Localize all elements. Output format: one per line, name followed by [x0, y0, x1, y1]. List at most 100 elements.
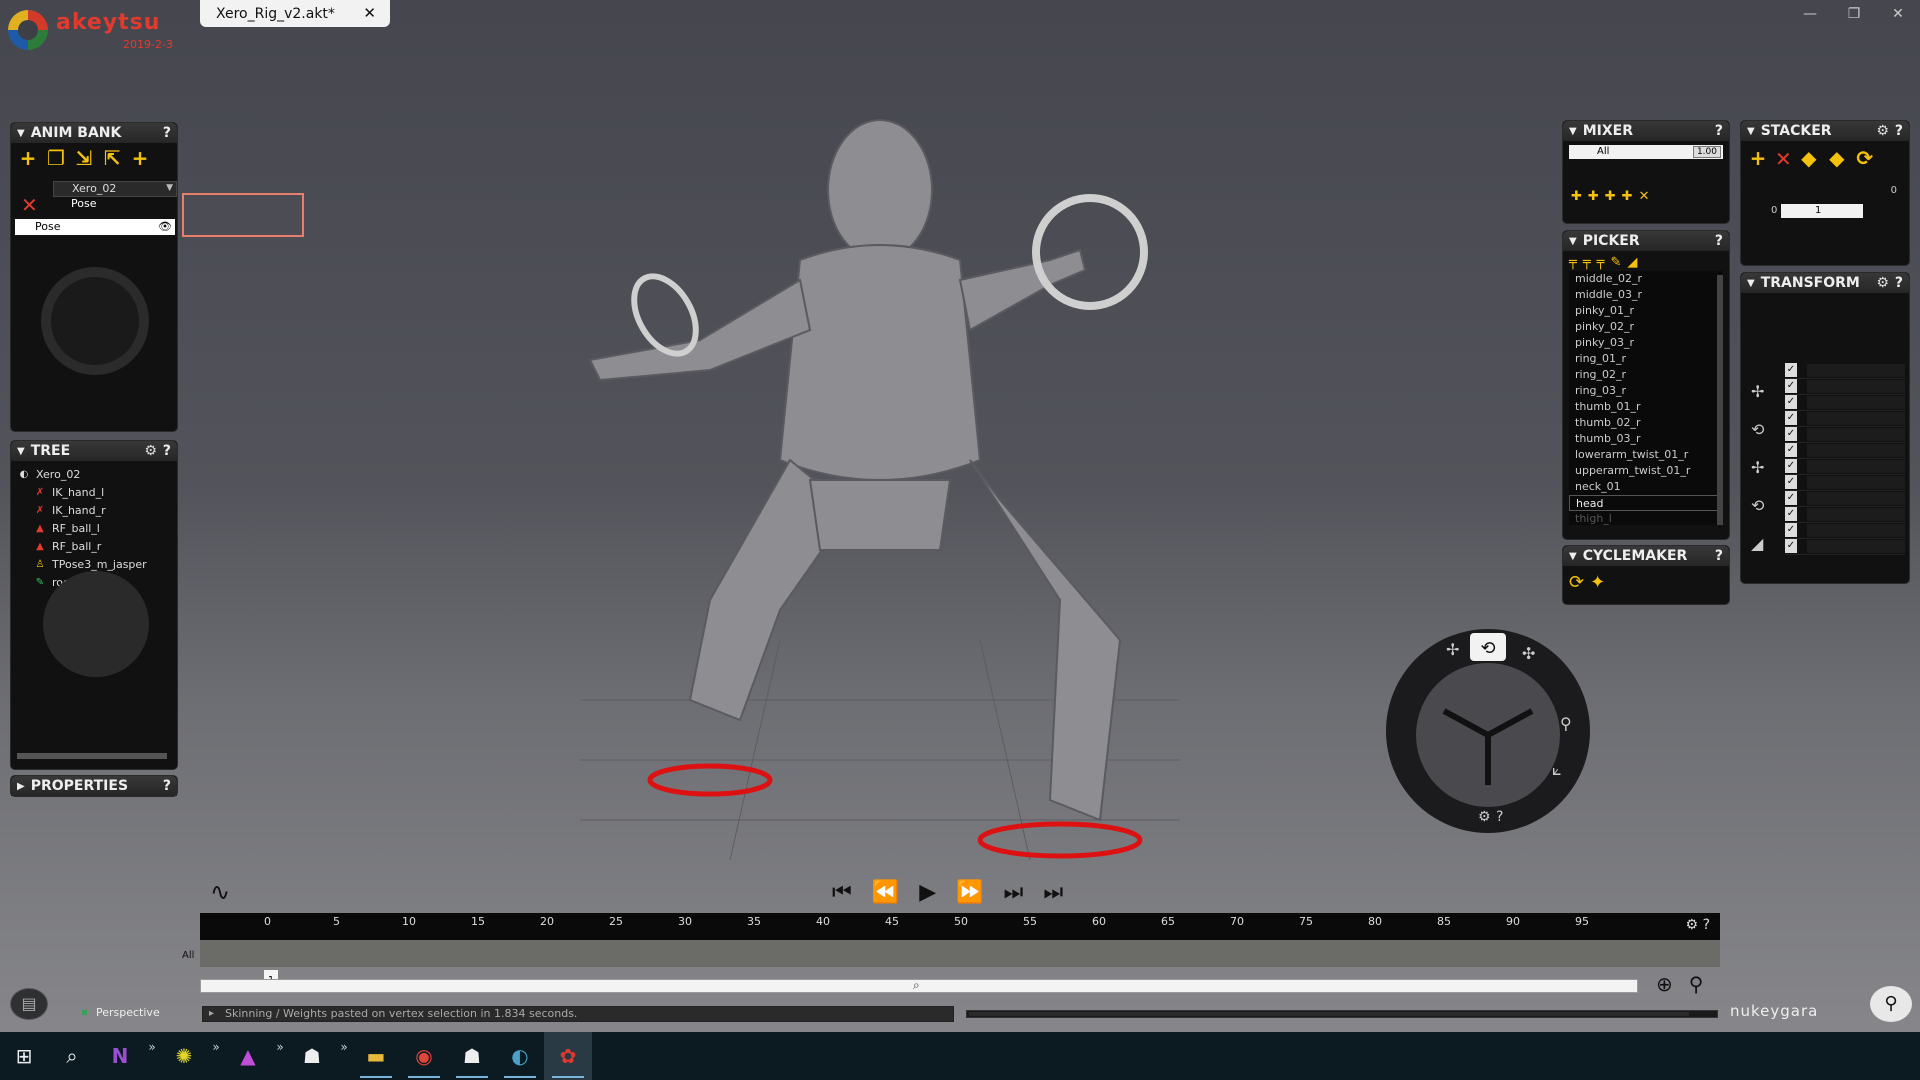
channel-checkbox[interactable] [1785, 539, 1905, 555]
timeline-gear-icon[interactable]: ⚙ [1686, 917, 1699, 933]
channel-checkbox[interactable] [1785, 379, 1905, 395]
scale-icon[interactable]: ✣ [1522, 644, 1535, 663]
anim-bank-header[interactable]: ▼ ANIM BANK ? [11, 123, 177, 143]
help-icon[interactable]: ? [163, 443, 171, 459]
go-to-start-button[interactable]: ⏮ [832, 880, 852, 905]
taskbar-group-chevron[interactable]: » [144, 1040, 160, 1054]
delete-layer-icon[interactable]: ✕ [1775, 147, 1792, 171]
channel-checkbox[interactable] [1785, 491, 1905, 507]
search-icon[interactable]: ⌕ [48, 1032, 96, 1080]
expand-triangle-icon[interactable]: ▶ [17, 781, 25, 792]
cyclemaker-toolbar-icon[interactable]: ⟳✦ [1563, 566, 1729, 599]
channel-checkbox[interactable] [1785, 411, 1905, 427]
tree-item[interactable]: ✗ IK_hand_l [17, 483, 171, 501]
channel-checkbox[interactable] [1785, 443, 1905, 459]
minimize-button[interactable]: — [1788, 0, 1832, 30]
pin-icon[interactable]: ⚲ [1560, 714, 1572, 733]
picker-item[interactable]: middle_03_r [1569, 287, 1723, 303]
tree-item[interactable]: ✗ IK_hand_r [17, 501, 171, 519]
camera-label[interactable]: Perspective [82, 1006, 160, 1019]
picker-toolbar-icon[interactable]: ╤╤╤✎◢ [1563, 251, 1729, 271]
curve-editor-icon[interactable]: ∿ [210, 878, 230, 906]
transform-axis-icons[interactable]: ✢ ⟲ ✢ ⟲ ◢ [1751, 373, 1764, 563]
akeytsu-taskbar-icon[interactable]: ✿ [544, 1032, 592, 1080]
restore-button[interactable]: ❐ [1832, 0, 1876, 30]
collapse-triangle-icon[interactable]: ▼ [1569, 551, 1577, 562]
translate-icon[interactable]: ✢ [1446, 640, 1459, 659]
picker-item[interactable]: thumb_03_r [1569, 431, 1723, 447]
picker-item[interactable]: upperarm_twist_01_r [1569, 463, 1723, 479]
anim-item[interactable]: Pose [53, 197, 177, 213]
help-icon[interactable]: ? [163, 778, 171, 794]
stacker-header[interactable]: ▼ STACKER ⚙ ? [1741, 121, 1909, 141]
picker-item[interactable]: thigh_l [1569, 511, 1723, 525]
app-blue-icon[interactable]: ◐ [496, 1032, 544, 1080]
right-hand-ik-controller[interactable] [1032, 194, 1148, 310]
file-explorer-icon[interactable]: ▬ [352, 1032, 400, 1080]
tree-scrollbar[interactable] [17, 753, 167, 759]
stacker-layer-field[interactable]: 1 [1781, 204, 1863, 218]
eye-icon[interactable]: 👁 [158, 219, 172, 235]
help-icon[interactable]: ? [1715, 233, 1723, 249]
copy-anim-icon[interactable]: ❐ [45, 147, 67, 169]
character-dropdown[interactable]: Xero_02 [53, 181, 177, 197]
taskbar-group-chevron[interactable]: » [336, 1040, 352, 1054]
collapse-triangle-icon[interactable]: ▼ [1747, 278, 1755, 289]
picker-item[interactable]: thumb_02_r [1569, 415, 1723, 431]
mixer-weight-field[interactable]: 1.00 [1692, 146, 1721, 158]
picker-item[interactable]: ring_01_r [1569, 351, 1723, 367]
transform-header[interactable]: ▼ TRANSFORM ⚙ ? [1741, 273, 1909, 293]
properties-header[interactable]: ▶ PROPERTIES ? [11, 776, 177, 796]
collapse-triangle-icon[interactable]: ▼ [17, 128, 25, 139]
layout-switch-button[interactable]: ▤ [10, 988, 48, 1020]
collapse-triangle-icon[interactable]: ▼ [1569, 236, 1577, 247]
chrome-icon[interactable]: ◉ [400, 1032, 448, 1080]
tree-item[interactable]: ◐ Xero_02 [17, 465, 171, 483]
channel-checkbox[interactable] [1785, 523, 1905, 539]
zoom-fit-icon[interactable]: ⊕ [1656, 972, 1673, 996]
timeline-range-scrollbar[interactable]: ⌕ [200, 978, 1638, 993]
layer-tool-icon[interactable]: ◆ [1798, 147, 1820, 169]
collapse-triangle-icon[interactable]: ▼ [17, 446, 25, 457]
channel-checkbox[interactable] [1785, 459, 1905, 475]
collapse-triangle-icon[interactable]: ▼ [1747, 126, 1755, 137]
timeline[interactable]: 0 5 10 15 20 25 30 35 40 45 50 55 60 65 … [200, 913, 1720, 992]
mixer-toolbar-icon[interactable]: ✚✚✚✚✕ [1571, 189, 1721, 204]
layer-tool-icon[interactable]: ◆ [1826, 147, 1848, 169]
next-key-button[interactable]: ⏩ [956, 880, 983, 905]
add-layer-icon[interactable]: + [1747, 147, 1769, 169]
tree-item[interactable]: ▲ RF_ball_r [17, 537, 171, 555]
channel-checkbox[interactable] [1785, 507, 1905, 523]
manipulator-gizmo[interactable]: ⟲ ✢ ✣ ⚲ ⟀ ⚙ ? [1382, 625, 1594, 837]
timeline-ruler[interactable]: 0 5 10 15 20 25 30 35 40 45 50 55 60 65 … [200, 913, 1720, 940]
help-icon[interactable]: ? [1715, 548, 1723, 564]
tree-header[interactable]: ▼ TREE ⚙ ? [11, 441, 177, 461]
picker-item[interactable]: lowerarm_twist_01_r [1569, 447, 1723, 463]
help-icon[interactable]: ? [163, 125, 171, 141]
gear-icon[interactable]: ⚙ [1876, 123, 1889, 139]
close-window-button[interactable]: ✕ [1876, 0, 1920, 30]
add-folder-icon[interactable]: + [129, 147, 151, 169]
transform-channel-list[interactable] [1785, 363, 1905, 555]
picker-item[interactable]: neck_01 [1569, 479, 1723, 495]
windows-start-icon[interactable]: ⊞ [0, 1032, 48, 1080]
picker-item[interactable]: thumb_01_r [1569, 399, 1723, 415]
mixer-header[interactable]: ▼ MIXER ? [1563, 121, 1729, 141]
affinity-icon[interactable]: ▲ [224, 1032, 272, 1080]
timeline-help-icon[interactable]: ? [1703, 917, 1710, 933]
gear-icon[interactable]: ⚙ [144, 443, 157, 459]
picker-item[interactable]: middle_02_r [1569, 271, 1723, 287]
character-model[interactable] [580, 80, 1180, 860]
go-to-end-button[interactable]: ⏭ [1004, 880, 1024, 905]
export-anim-icon[interactable]: ⇱ [101, 147, 123, 169]
channel-checkbox[interactable] [1785, 475, 1905, 491]
app-figure-icon[interactable]: ☗ [448, 1032, 496, 1080]
gizmo-gear-icon[interactable]: ⚙ [1478, 809, 1491, 825]
delete-anim-icon[interactable]: ✕ [21, 193, 38, 217]
taskbar-group-chevron[interactable]: » [208, 1040, 224, 1054]
picker-item[interactable]: ring_02_r [1569, 367, 1723, 383]
zoom-handle-icon[interactable]: ⌕ [913, 978, 920, 993]
refresh-layer-icon[interactable]: ⟳ [1854, 147, 1876, 169]
help-icon[interactable]: ? [1895, 275, 1903, 291]
import-anim-icon[interactable]: ⇲ [73, 147, 95, 169]
